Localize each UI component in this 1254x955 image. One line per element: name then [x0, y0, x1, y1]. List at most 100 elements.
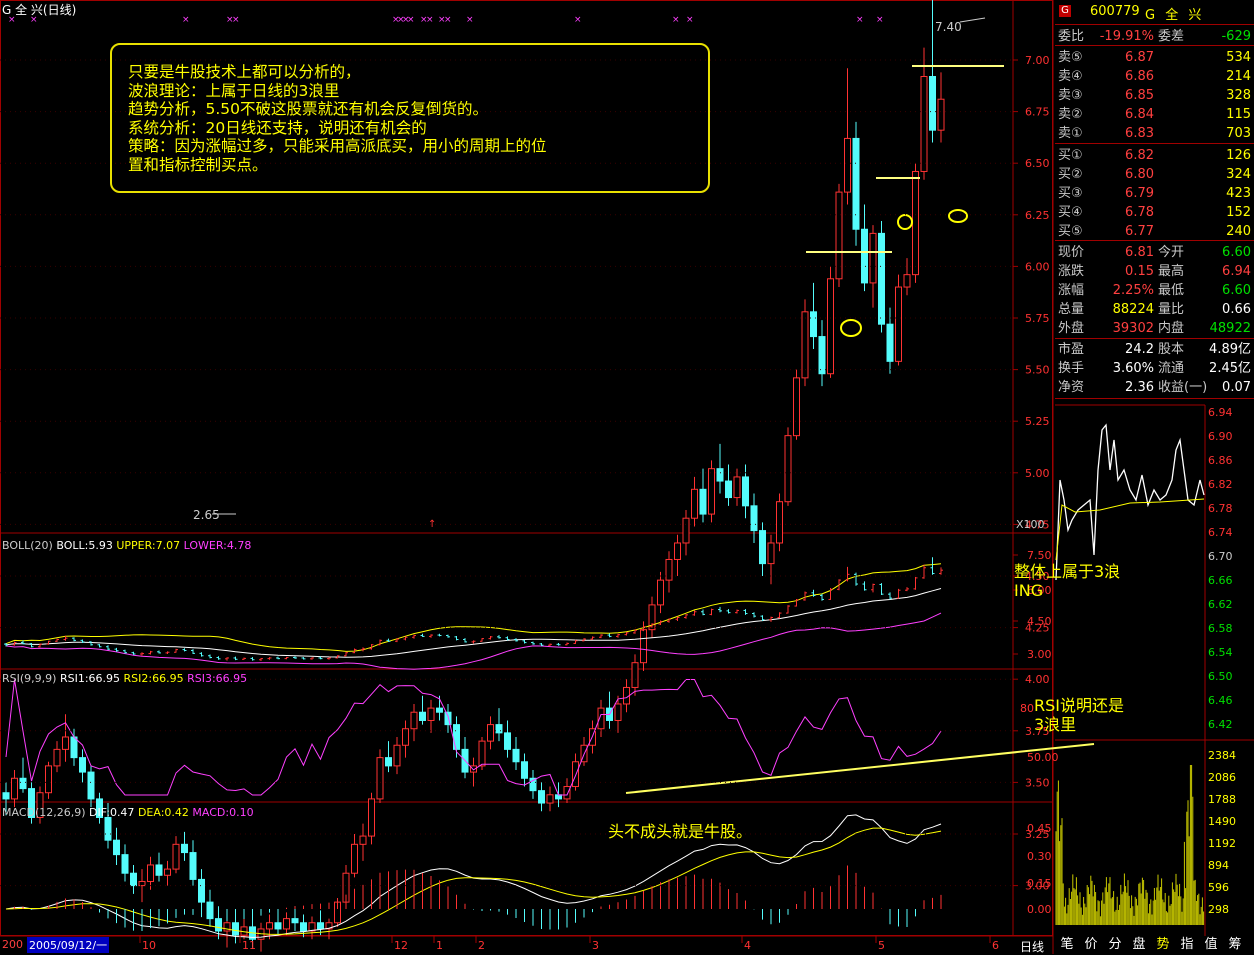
panel-tab[interactable]: 指: [1175, 936, 1199, 954]
quote-value-2: 4.89亿: [1209, 342, 1251, 357]
candle-body: [189, 852, 197, 880]
panel-tab[interactable]: 价: [1079, 936, 1103, 954]
price-tick-label: 5.50: [1025, 364, 1050, 377]
signal-marker: ×: [182, 15, 190, 25]
candle-body: [631, 662, 639, 688]
quote-label: 涨幅: [1058, 283, 1085, 298]
candle-body: [742, 476, 749, 507]
signal-marker: ×: [426, 15, 434, 25]
macd-tick-label: 0.30: [1027, 850, 1052, 863]
boll-mid-value: BOLL:5.93: [56, 539, 113, 552]
note-line: 系统分析：20日线还支持，说明还有机会的: [128, 118, 427, 137]
candle-body: [172, 843, 180, 870]
signal-marker: ×: [856, 15, 864, 25]
quote-value-2: 0.66: [1222, 302, 1251, 317]
candle-body: [708, 468, 715, 515]
candle-body: [232, 922, 239, 936]
candle-body: [385, 757, 392, 767]
quote-label-2: 今开: [1158, 245, 1185, 260]
quote-label: 卖⑤: [1058, 50, 1083, 65]
quote-label: 买⑤: [1058, 224, 1083, 239]
candle-body: [835, 191, 843, 280]
candle-body: [929, 76, 936, 131]
price-tick-label: 6.25: [1025, 209, 1050, 222]
quote-label: 外盘: [1058, 321, 1085, 336]
support-circle: [840, 319, 862, 337]
candle-body: [266, 922, 273, 930]
month-label: 1: [436, 939, 443, 952]
candle-body: [274, 922, 282, 930]
quote-label-2: 流通: [1158, 361, 1185, 376]
candle-body: [53, 748, 61, 767]
panel-tab[interactable]: 筹: [1223, 936, 1247, 954]
candle-body: [640, 629, 647, 664]
candle-body: [733, 476, 741, 499]
candle-body: [725, 480, 732, 499]
quote-value: 6.77: [1125, 224, 1154, 239]
quote-row: 卖⑤ 6.87 534: [1055, 48, 1254, 67]
rsi-title: RSI(9,9,9): [2, 672, 57, 685]
macd-title: MACD(12,26,9): [2, 806, 86, 819]
quote-value: 6.78: [1125, 205, 1154, 220]
boll-legend: BOLL(20) BOLL:5.93 UPPER:7.07 LOWER:4.78: [2, 539, 251, 552]
quote-label-2: 股本: [1158, 342, 1185, 357]
price-tick-label: 3.50: [1025, 776, 1050, 789]
intraday-volume: 2384 2086 1788 1490 1192 894 596 298: [1055, 749, 1236, 925]
rsi-annotation-1: RSI说明还是: [1034, 696, 1124, 715]
panel-tab[interactable]: 势: [1151, 936, 1175, 954]
candle-body: [495, 724, 503, 734]
dif-line: [5, 814, 942, 939]
dea-line: [5, 827, 942, 935]
candle-body: [878, 232, 885, 325]
candle-body: [164, 868, 171, 876]
candle-body: [682, 517, 690, 544]
price-tick-label: 5.75: [1025, 312, 1050, 325]
rsi2-value: RSI2:66.95: [123, 672, 184, 685]
note-line: 策略：因为涨幅过多，只能采用高派底买，用小的周期上的位: [128, 137, 547, 156]
stock-code: 600779: [1090, 4, 1140, 19]
quote-value: 6.79: [1125, 186, 1154, 201]
exchange-icon: G: [1059, 5, 1071, 17]
candle-body: [317, 922, 324, 930]
high-price-mark: 7.40: [935, 20, 962, 34]
quote-label: 买③: [1058, 186, 1083, 201]
quote-value: -19.91%: [1099, 29, 1154, 44]
quote-row: 涨跌 0.15 最高 6.94: [1055, 262, 1254, 281]
quote-label-2: 内盘: [1158, 321, 1185, 336]
high-arrow: [959, 17, 986, 23]
intraday-chart: 6.94 6.90 6.86 6.82 6.78 6.74 6.70 6.66 6.62 6.58…: [1055, 404, 1254, 936]
macd-tick-label: 0.00: [1027, 903, 1052, 916]
panel-line: [1055, 24, 1254, 25]
signal-marker: ×: [672, 15, 680, 25]
quote-row: 涨幅 2.25% 最低 6.60: [1055, 281, 1254, 300]
candle-body: [512, 748, 520, 763]
rsi-tick-label: 80: [1020, 702, 1034, 715]
candle-body: [827, 278, 834, 375]
quote-value-2: 48922: [1209, 321, 1251, 336]
candle-body: [776, 501, 783, 544]
candle-body: [869, 232, 877, 284]
candle-body: [691, 488, 698, 519]
quote-value-2: 0.07: [1222, 380, 1251, 395]
signal-marker: ×: [466, 15, 474, 25]
quote-label: 换手: [1058, 361, 1085, 376]
intraday-tick-label: 6.54: [1208, 646, 1233, 659]
intraday-tick-label: 6.50: [1208, 670, 1233, 683]
period-label[interactable]: 日线: [1020, 938, 1044, 955]
panel-tab[interactable]: 分: [1103, 936, 1127, 954]
quote-value-2: 534: [1226, 50, 1251, 65]
intraday-tick-label: 6.62: [1208, 598, 1233, 611]
panel-tab[interactable]: 笔: [1055, 936, 1079, 954]
quote-label: 卖①: [1058, 126, 1083, 141]
candle-body: [87, 771, 95, 800]
quote-label: 卖②: [1058, 107, 1083, 122]
panel-tab[interactable]: 盘: [1127, 936, 1151, 954]
candle-body: [155, 864, 163, 876]
quote-value-2: 423: [1226, 186, 1251, 201]
candle-body: [563, 786, 571, 800]
month-label: 6: [992, 939, 999, 952]
candle-body: [920, 76, 928, 172]
panel-tab[interactable]: 值: [1199, 936, 1223, 954]
quote-panel: G 600779 G 全 兴 委比 -19.91% 委差 -629 卖⑤ 6.87 534 卖…: [1055, 0, 1254, 400]
macd-legend: MACD(12,26,9) DIF:0.47 DEA:0.42 MACD:0.1…: [2, 806, 254, 819]
